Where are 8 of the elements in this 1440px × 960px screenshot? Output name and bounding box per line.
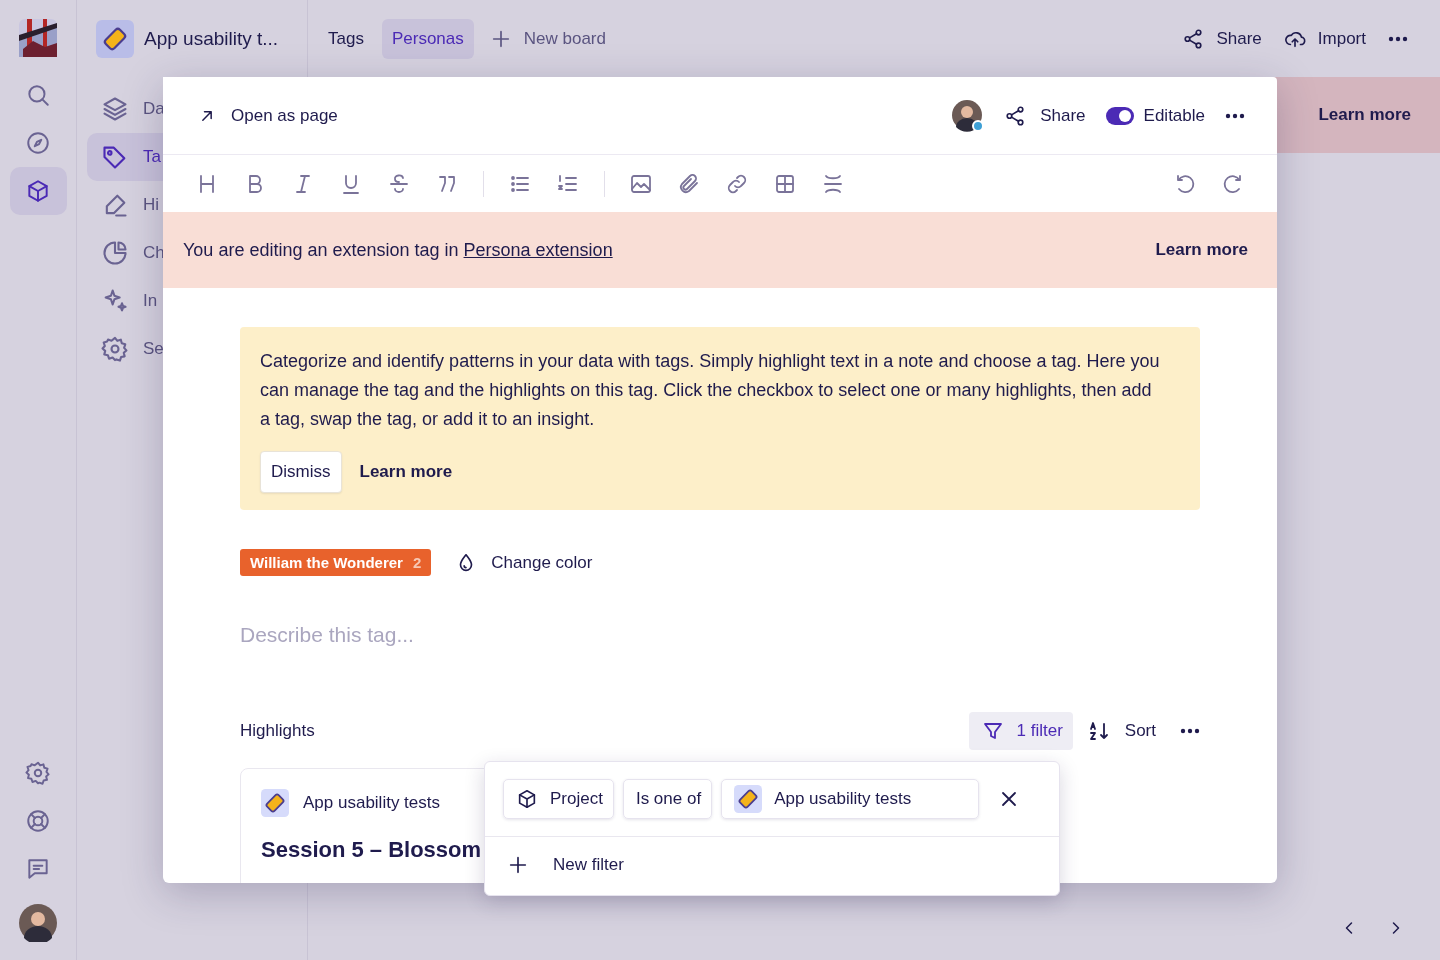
highlights-heading: Highlights: [240, 721, 315, 741]
project-name: App usability tests: [303, 793, 440, 813]
info-text: Categorize and identify patterns in your data with tags. Simply highlight text in a note and choose a tag. Here you can manage the tag and the highlights on this tag. Click the checkbox to select one or many highlights, then add a tag, swap the tag, or add it to an insight.: [260, 350, 1160, 431]
tag-name: William the Wonderer: [250, 554, 403, 571]
editable-label: Editable: [1143, 105, 1205, 126]
tag-count: 2: [412, 554, 422, 571]
highlight-title: Session 5 – Blossom: [261, 837, 483, 863]
banner-text: You are editing an extension tag in Persona extension: [183, 239, 613, 261]
